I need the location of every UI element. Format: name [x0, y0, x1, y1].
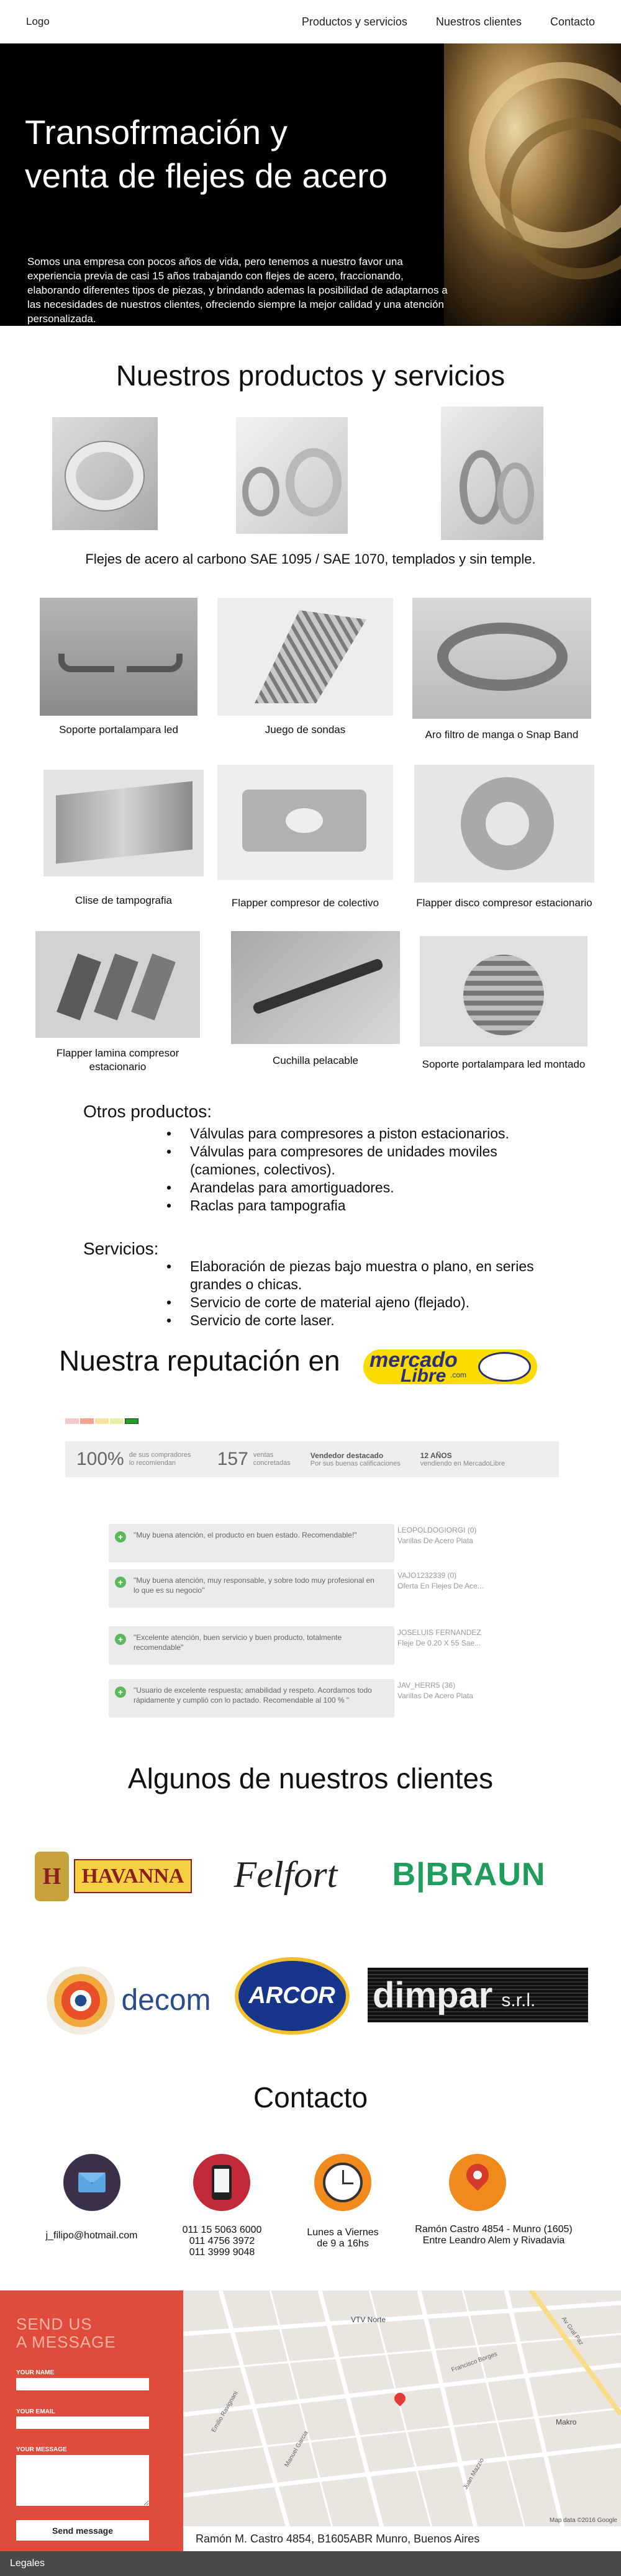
otros-item: Válvulas para compresores de unidades mo…	[166, 1143, 539, 1179]
product-photo-aro-filtro	[412, 598, 591, 719]
client-logo-felfort: Felfort	[233, 1853, 338, 1895]
otros-item: Raclas para tampografia	[166, 1197, 539, 1215]
google-map[interactable]: VTV Norte Makro Emilio Ravignani Francis…	[183, 2290, 621, 2551]
product-photo-cuchilla	[231, 931, 400, 1044]
name-label: YOUR NAME	[16, 2369, 55, 2376]
client-logo-havanna: H HAVANNA	[28, 1840, 199, 1912]
message-label: YOUR MESSAGE	[16, 2446, 67, 2453]
product-photo-fleje-3	[441, 407, 543, 540]
review-card: + "Muy buena atención, el producto en bu…	[109, 1524, 394, 1562]
contact-phones: 011 15 5063 6000 011 4756 3972 011 3999 90…	[182, 2225, 262, 2258]
map-address: Ramón M. Castro 4854, B1605ABR Munro, Bu…	[183, 2526, 621, 2551]
review-card: + "Excelente atención, buen servicio y b…	[109, 1626, 394, 1665]
positive-icon: +	[115, 1687, 126, 1698]
positive-icon: +	[115, 1531, 126, 1542]
hero-steel-coil-image	[444, 43, 621, 326]
review-meta: JOSELUIS FERNANDEZ Fleje De 0.20 X 55 Sae…	[397, 1628, 481, 1647]
reputation-title: Nuestra reputación en	[59, 1344, 340, 1377]
products-title: Nuestros productos y servicios	[116, 359, 505, 392]
phone-icon	[193, 2154, 250, 2211]
product-caption-8: Cuchilla pelacable	[273, 1055, 358, 1066]
positive-icon: +	[115, 1634, 126, 1645]
servicios-item: Servicio de corte de material ajeno (fle…	[166, 1294, 564, 1312]
review-card: + "Usuario de excelente respuesta; amabi…	[109, 1679, 394, 1718]
product-photo-soporte-led	[40, 598, 197, 716]
map-label-vtv: VTV Norte	[351, 2315, 386, 2324]
mercadolibre-logo: mercado Libre .com	[363, 1341, 550, 1390]
flejes-caption: Flejes de acero al carbono SAE 1095 / SA…	[85, 551, 536, 567]
footer: Legales	[0, 2551, 621, 2576]
servicios-item: Elaboración de piezas bajo muestra o pla…	[166, 1258, 564, 1294]
otros-item: Válvulas para compresores a piston estac…	[166, 1125, 539, 1143]
reputation-thermometer	[65, 1418, 138, 1424]
hero-title: Transofrmación y venta de flejes de acero	[25, 113, 388, 195]
review-meta: LEOPOLDOGIORGI (0) Varillas De Acero Plat…	[397, 1526, 477, 1545]
client-logo-decom: decom	[40, 1961, 217, 2039]
product-photo-juego-sondas	[217, 598, 393, 716]
product-caption-3: Aro filtro de manga o Snap Band	[425, 729, 579, 741]
nav-links: Productos y servicios Nuestros clientes …	[302, 16, 595, 29]
page: Logo Productos y servicios Nuestros clie…	[0, 0, 621, 2576]
nav-link-productos[interactable]: Productos y servicios	[302, 16, 407, 29]
reputation-summary-bar: 100% de sus compradores lo recomiendan 1…	[65, 1441, 559, 1477]
product-caption-6: Flapper disco compresor estacionario	[416, 897, 592, 909]
review-meta: JAV_HERR5 (36) Varillas De Acero Plata	[397, 1681, 473, 1700]
servicios-title: Servicios:	[83, 1239, 159, 1258]
name-field[interactable]	[16, 2378, 149, 2390]
product-photo-flapper-colectivo	[217, 765, 393, 880]
product-photo-flapper-lamina	[35, 931, 200, 1038]
client-logo-bbraun: B|BRAUN	[392, 1857, 546, 1893]
map-label-makro: Makro	[556, 2418, 577, 2426]
positive-icon: +	[115, 1577, 126, 1588]
product-caption-1: Soporte portalampara led	[59, 724, 178, 736]
form-title: SEND US A MESSAGE	[16, 2315, 116, 2351]
product-caption-2: Juego de sondas	[265, 724, 346, 736]
contact-form: SEND US A MESSAGE YOUR NAME YOUR EMAIL YO…	[0, 2290, 183, 2551]
logo[interactable]: Logo	[26, 16, 50, 28]
otros-productos-list: Válvulas para compresores a piston estac…	[166, 1125, 539, 1215]
clients-title: Algunos de nuestros clientes	[127, 1762, 494, 1795]
email-field[interactable]	[16, 2416, 149, 2429]
product-photo-soporte-led-montado	[420, 936, 587, 1047]
email-label: YOUR EMAIL	[16, 2408, 55, 2415]
product-photo-flapper-disco	[414, 765, 594, 883]
product-caption-5: Flapper compresor de colectivo	[231, 897, 379, 909]
review-meta: VAJO1232339 (0) Oferta En Flejes De Ace..…	[397, 1571, 484, 1590]
servicios-list: Elaboración de piezas bajo muestra o pla…	[166, 1258, 564, 1330]
hero-description: Somos una empresa con pocos años de vida…	[27, 256, 448, 325]
contact-address: Ramón Castro 4854 - Munro (1605) Entre Le…	[415, 2224, 573, 2246]
send-message-button[interactable]: Send message	[16, 2520, 149, 2541]
nav-link-clientes[interactable]: Nuestros clientes	[436, 16, 522, 29]
client-logo-arcor: ARCOR	[233, 1955, 351, 2036]
contact-title: Contacto	[253, 2081, 368, 2114]
review-card: + "Muy buena atención, muy responsable, …	[109, 1569, 394, 1608]
clock-icon	[314, 2154, 371, 2211]
otros-productos-title: Otros productos:	[83, 1102, 212, 1121]
email-icon	[63, 2154, 120, 2211]
servicios-item: Servicio de corte laser.	[166, 1312, 564, 1330]
nav-link-contacto[interactable]: Contacto	[550, 16, 595, 29]
product-caption-7: Flapper lamina compresor estacionario	[56, 1047, 179, 1073]
hero: Transofrmación y venta de flejes de acero…	[0, 43, 621, 326]
contact-email[interactable]: j_filipo@hotmail.com	[25, 2230, 158, 2241]
otros-item: Arandelas para amortiguadores.	[166, 1179, 539, 1197]
client-logo-dimpar: dimpar s.r.l.	[368, 1968, 588, 2022]
message-field[interactable]	[16, 2455, 149, 2506]
location-pin-icon	[449, 2154, 506, 2211]
legales-link[interactable]: Legales	[10, 2558, 45, 2569]
contact-hours: Lunes a Viernes de 9 a 16hs	[307, 2227, 379, 2249]
product-photo-fleje-1	[52, 417, 158, 530]
map-credit: Map data ©2016 Google	[549, 2517, 617, 2524]
product-caption-9: Soporte portalampara led montado	[422, 1058, 586, 1070]
top-nav: Logo Productos y servicios Nuestros clie…	[0, 0, 621, 43]
product-caption-4: Clise de tampografia	[75, 894, 172, 906]
product-photo-clise	[43, 770, 204, 876]
product-photo-fleje-2	[236, 417, 348, 534]
